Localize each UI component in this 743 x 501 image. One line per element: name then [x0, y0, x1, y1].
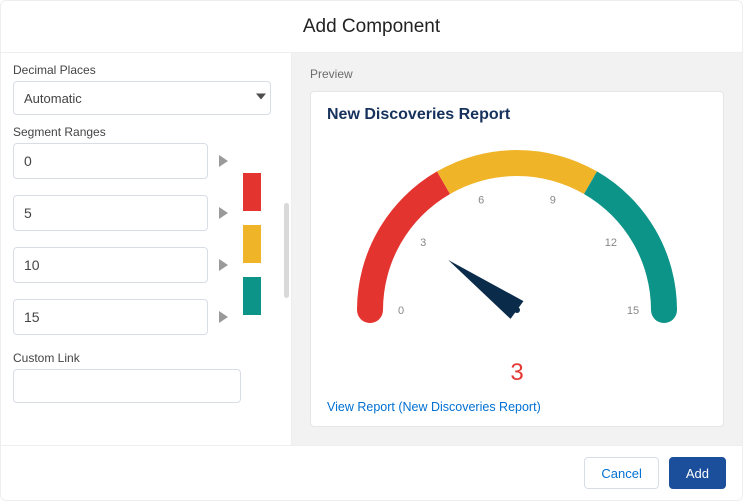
chevron-right-icon[interactable]	[218, 258, 229, 272]
decimal-places-select[interactable]: Automatic	[13, 81, 279, 115]
svg-text:12: 12	[605, 237, 617, 249]
dialog-footer: Cancel Add	[1, 445, 742, 500]
chevron-right-icon[interactable]	[218, 310, 229, 324]
segment-row	[13, 143, 229, 179]
segment-row	[13, 247, 229, 283]
add-button[interactable]: Add	[669, 457, 726, 489]
custom-link-label: Custom Link	[13, 351, 279, 365]
decimal-places-label: Decimal Places	[13, 63, 279, 77]
svg-text:0: 0	[398, 305, 404, 317]
dialog-body: Decimal Places Automatic Segment Ranges	[1, 53, 742, 445]
color-swatch-yellow[interactable]	[243, 225, 261, 263]
segment-value-input[interactable]	[13, 143, 208, 179]
svg-text:3: 3	[420, 237, 426, 249]
segment-value-input[interactable]	[13, 299, 208, 335]
color-swatch-teal[interactable]	[243, 277, 261, 315]
color-swatch-red[interactable]	[243, 173, 261, 211]
segment-row	[13, 299, 229, 335]
svg-text:6: 6	[478, 195, 484, 207]
preview-title: New Discoveries Report	[327, 106, 707, 124]
preview-panel: Preview New Discoveries Report 0 3 6 9 12 15 …	[291, 53, 742, 445]
segment-value-input[interactable]	[13, 195, 208, 231]
gauge-value: 3	[510, 359, 523, 387]
segment-ranges-label: Segment Ranges	[13, 125, 279, 139]
view-report-link[interactable]: View Report (New Discoveries Report)	[327, 400, 707, 414]
segment-row	[13, 195, 229, 231]
segment-color-swatches	[243, 173, 261, 315]
preview-label: Preview	[310, 67, 724, 81]
custom-link-input[interactable]	[13, 369, 241, 403]
chevron-right-icon[interactable]	[218, 206, 229, 220]
scrollbar-thumb[interactable]	[284, 203, 289, 298]
gauge-chart: 0 3 6 9 12 15 3	[327, 130, 707, 392]
chevron-right-icon[interactable]	[218, 154, 229, 168]
svg-text:15: 15	[627, 305, 639, 317]
svg-text:9: 9	[550, 195, 556, 207]
cancel-button[interactable]: Cancel	[584, 457, 658, 489]
decimal-places-value: Automatic	[24, 91, 82, 106]
preview-card: New Discoveries Report 0 3 6 9 12 15 3 View R…	[310, 91, 724, 427]
chevron-down-icon	[255, 91, 267, 106]
dialog-header: Add Component	[1, 1, 742, 53]
settings-panel: Decimal Places Automatic Segment Ranges	[1, 53, 291, 445]
segment-value-input[interactable]	[13, 247, 208, 283]
dialog-title: Add Component	[303, 16, 440, 38]
